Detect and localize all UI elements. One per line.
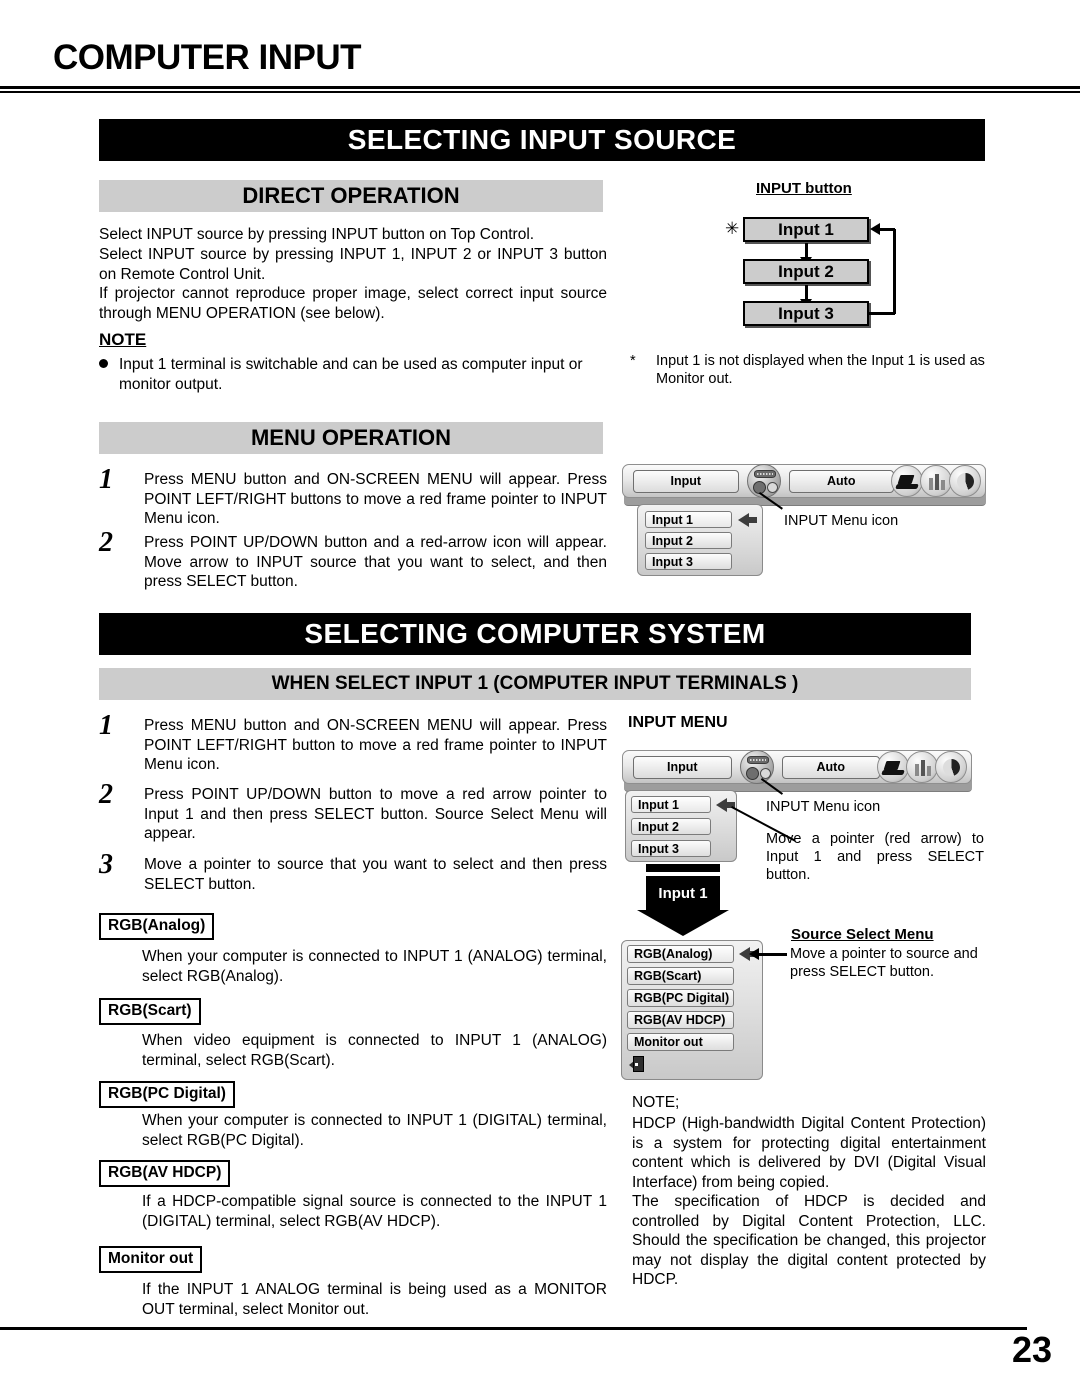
osd-menu-bar-2: Input Auto [622,750,972,784]
source-desc-rgb-scart: When video equipment is connected to INP… [142,1032,607,1069]
step-text: Move a pointer to source that you want t… [144,856,607,893]
menu-operation-step-1: 1 Press MENU button and ON-SCREEN MENU w… [99,466,607,529]
bars-icon[interactable] [906,751,938,783]
computer-system-step-2: 2 Press POINT UP/DOWN button to move a r… [99,781,607,844]
laptop-icon[interactable] [891,465,923,497]
osd-item-input-1[interactable]: Input 1 [645,511,732,528]
step-number: 1 [99,464,113,495]
source-box-monitor-out: Monitor out [99,1246,203,1273]
header-rule [0,86,1080,93]
circle-icon[interactable] [935,751,967,783]
source-menu-item-rgb-pc-digital[interactable]: RGB(PC Digital) [627,989,734,1007]
vga-connector-icon[interactable] [739,750,774,784]
subsection-banner-direct-operation: DIRECT OPERATION [99,180,603,212]
source-menu-item-rgb-analog[interactable]: RGB(Analog) [627,945,734,963]
red-arrow-pointer-icon [716,798,735,812]
vga-connector-icon[interactable] [746,464,781,498]
step-text: Press POINT UP/DOWN button to move a red… [144,786,607,842]
direct-operation-paragraph-1: Select INPUT source by pressing INPUT bu… [99,226,535,243]
footer-rule [0,1327,1027,1330]
circle-icon[interactable] [949,465,981,497]
input-button-footnote: * Input 1 is not displayed when the Inpu… [630,352,986,388]
callout-input-menu-icon-1: INPUT Menu icon [784,513,899,529]
manual-page: COMPUTER INPUT SELECTING INPUT SOURCE DI… [0,0,1080,1397]
subsection-banner-when-select-input-1: WHEN SELECT INPUT 1 (COMPUTER INPUT TERM… [99,668,971,700]
source-box-rgb-analog: RGB(Analog) [99,913,215,940]
loop-arrow-head-icon [870,223,880,235]
flow-arrow-2-to-3 [800,285,811,308]
loop-line-vertical [893,229,896,314]
laptop-icon[interactable] [877,751,909,783]
menu-operation-step-2: 2 Press POINT UP/DOWN button and a red-a… [99,529,607,592]
callout-move-pointer: Move a pointer (red arrow) to Input 1 an… [766,831,984,883]
footnote-text: Input 1 is not displayed when the Input … [656,353,985,387]
transition-arrow: Input 1 [637,864,729,936]
footnote-asterisk-icon: * [630,353,636,369]
osd-item-input-3[interactable]: Input 3 [645,553,732,570]
source-menu-item-monitor-out[interactable]: Monitor out [627,1033,734,1051]
red-arrow-pointer-icon [738,513,757,527]
callout-input-menu-icon-2: INPUT Menu icon [766,799,881,815]
hdcp-note-paragraph-1: HDCP (High-bandwidth Digital Content Pro… [632,1115,986,1191]
osd-menu-bar-1: Input Auto [622,464,986,498]
computer-system-step-1: 1 Press MENU button and ON-SCREEN MENU w… [99,712,607,775]
flow-box-input-3: Input 3 [743,301,869,326]
osd-tab-auto[interactable]: Auto [781,755,880,779]
source-select-menu-heading: Source Select Menu [791,926,934,943]
flow-arrow-1-to-2 [800,243,811,266]
callout-move-pointer-to-source: Move a pointer to source and press SELEC… [790,946,978,980]
bars-icon[interactable] [920,465,952,497]
direct-operation-paragraph-3: If projector cannot reproduce proper ima… [99,285,607,322]
bullet-dot-icon [99,359,108,368]
note-bullet-text: Input 1 terminal is switchable and can b… [119,356,583,393]
source-box-rgb-scart: RGB(Scart) [99,998,201,1025]
osd-item-input-2[interactable]: Input 2 [631,818,711,835]
step-number: 3 [99,849,113,880]
page-title: COMPUTER INPUT [53,38,362,77]
flow-box-input-2: Input 2 [743,259,869,284]
source-desc-monitor-out: If the INPUT 1 ANALOG terminal is being … [142,1281,607,1318]
input-button-figure-caption: INPUT button [756,180,852,197]
page-number: 23 [1011,1329,1052,1370]
source-callout-arrow-head-icon [749,948,759,960]
source-box-rgb-pc-digital: RGB(PC Digital) [99,1081,235,1108]
source-box-rgb-av-hdcp: RGB(AV HDCP) [99,1160,231,1187]
hdcp-note-paragraph-2: The specification of HDCP is decided and… [632,1193,986,1288]
section-banner-selecting-computer-system: SELECTING COMPUTER SYSTEM [99,613,971,655]
step-number: 2 [99,779,113,810]
source-desc-rgb-pc-digital: When your computer is connected to INPUT… [142,1112,607,1149]
loop-line-bottom [869,312,895,315]
source-desc-rgb-av-hdcp: If a HDCP-compatible signal source is co… [142,1193,607,1230]
section-banner-selecting-input-source: SELECTING INPUT SOURCE [99,119,985,161]
subsection-banner-menu-operation: MENU OPERATION [99,422,603,454]
flow-box-input-1: Input 1 [743,217,869,242]
direct-operation-paragraph-2: Select INPUT source by pressing INPUT 1,… [99,246,607,283]
step-number: 2 [99,527,113,558]
source-callout-leader-line [759,953,787,956]
note-heading: NOTE [99,330,147,349]
exit-icon[interactable] [629,1056,645,1072]
transition-arrow-label: Input 1 [646,876,720,910]
computer-system-step-3: 3 Move a pointer to source that you want… [99,851,607,894]
step-text: Press POINT UP/DOWN button and a red-arr… [144,534,607,590]
source-desc-rgb-analog: When your computer is connected to INPUT… [142,948,607,985]
input-menu-figure-heading: INPUT MENU [628,714,728,731]
osd-tab-input[interactable]: Input [633,469,739,493]
hdcp-note-heading: NOTE; [632,1094,680,1111]
step-text: Press MENU button and ON-SCREEN MENU wil… [144,717,607,773]
note-bullet-item: Input 1 terminal is switchable and can b… [99,355,607,394]
osd-tab-auto[interactable]: Auto [788,469,894,493]
osd-item-input-2[interactable]: Input 2 [645,532,732,549]
source-menu-item-rgb-scart[interactable]: RGB(Scart) [627,967,734,985]
osd-tab-input[interactable]: Input [633,755,732,779]
osd-item-input-3[interactable]: Input 3 [631,840,711,857]
source-menu-item-rgb-av-hdcp[interactable]: RGB(AV HDCP) [627,1011,734,1029]
loop-line-top [880,228,895,231]
step-text: Press MENU button and ON-SCREEN MENU wil… [144,471,607,527]
asterisk-mark: ✳ [725,219,740,238]
step-number: 1 [99,710,113,741]
osd-item-input-1[interactable]: Input 1 [631,796,711,813]
